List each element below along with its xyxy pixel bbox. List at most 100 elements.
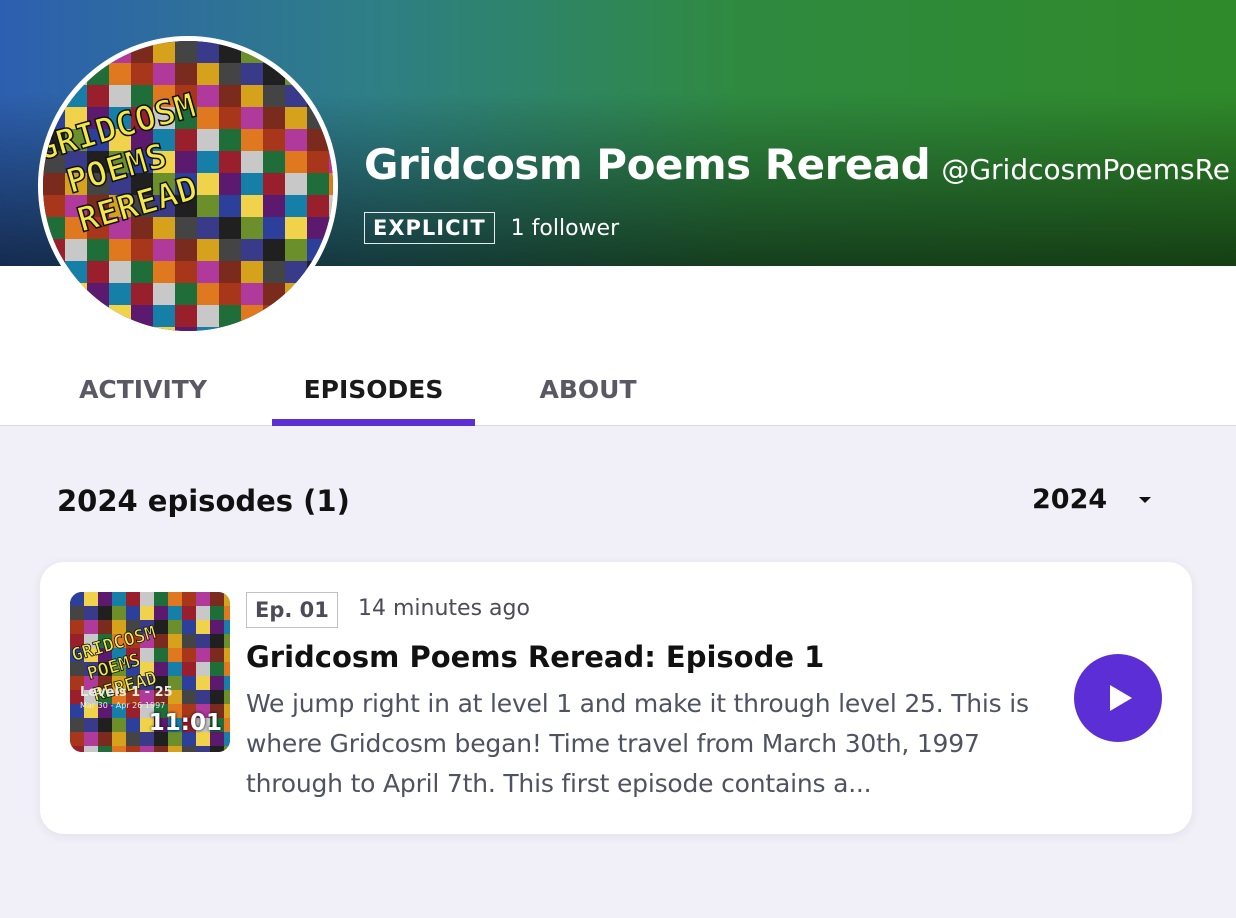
show-title: Gridcosm Poems Reread — [364, 140, 931, 189]
show-meta: EXPLICIT 1 follower — [364, 212, 619, 244]
year-dropdown[interactable]: 2024 — [1032, 484, 1152, 515]
collage-tile — [168, 620, 182, 634]
collage-tile — [126, 606, 140, 620]
collage-tile — [131, 261, 153, 283]
collage-tile — [153, 63, 175, 85]
episode-thumbnail[interactable]: GRIDCOSM POEMS REREAD Levels 1 - 25 Mar … — [70, 592, 230, 752]
collage-tile — [224, 648, 230, 662]
collage-tile — [153, 261, 175, 283]
profile-tabs: ACTIVITY EPISODES ABOUT — [0, 356, 700, 426]
collage-tile — [307, 151, 329, 173]
tab-about[interactable]: ABOUT — [538, 356, 638, 426]
collage-tile — [87, 85, 109, 107]
collage-tile — [197, 327, 219, 331]
collage-tile — [210, 606, 224, 620]
collage-tile — [168, 634, 182, 648]
collage-tile — [109, 63, 131, 85]
collage-tile — [126, 732, 140, 746]
collage-tile — [84, 718, 98, 732]
play-icon — [1110, 685, 1132, 711]
collage-tile — [182, 606, 196, 620]
collage-tile — [70, 732, 84, 746]
episode-time-ago: 14 minutes ago — [358, 596, 530, 621]
collage-tile — [182, 634, 196, 648]
collage-tile — [197, 239, 219, 261]
collage-tile — [210, 690, 224, 704]
podcast-avatar: GRIDCOSM POEMS REREAD — [38, 36, 338, 336]
collage-tile — [210, 676, 224, 690]
collage-tile — [84, 606, 98, 620]
collage-tile — [168, 746, 182, 752]
collage-tile — [131, 305, 153, 327]
collage-tile — [285, 217, 307, 239]
collage-tile — [263, 261, 285, 283]
collage-tile — [140, 648, 154, 662]
collage-tile — [43, 195, 65, 217]
collage-tile — [70, 592, 84, 606]
collage-tile — [224, 704, 230, 718]
collage-tile — [154, 620, 168, 634]
collage-tile — [285, 151, 307, 173]
episodes-heading: 2024 episodes (1) — [57, 484, 350, 518]
episode-title[interactable]: Gridcosm Poems Reread: Episode 1 — [246, 640, 824, 674]
collage-tile — [140, 746, 154, 752]
collage-tile — [182, 746, 196, 752]
collage-tile — [84, 746, 98, 752]
show-handle: @GridcosmPoemsRe — [941, 153, 1231, 186]
collage-tile — [285, 107, 307, 129]
collage-tile — [98, 718, 112, 732]
collage-tile — [70, 606, 84, 620]
collage-tile — [196, 606, 210, 620]
collage-tile — [263, 151, 285, 173]
collage-tile — [210, 634, 224, 648]
collage-tile — [197, 85, 219, 107]
collage-tile — [175, 239, 197, 261]
collage-tile — [154, 662, 168, 676]
collage-tile — [175, 261, 197, 283]
collage-tile — [182, 592, 196, 606]
collage-tile — [197, 151, 219, 173]
collage-tile — [219, 41, 241, 63]
collage-tile — [210, 648, 224, 662]
collage-tile — [285, 261, 307, 283]
episode-card[interactable]: GRIDCOSM POEMS REREAD Levels 1 - 25 Mar … — [40, 562, 1192, 834]
collage-tile — [241, 63, 263, 85]
collage-tile — [219, 129, 241, 151]
collage-tile — [112, 592, 126, 606]
collage-tile — [154, 746, 168, 752]
follower-count[interactable]: 1 follower — [511, 216, 619, 241]
show-title-row: Gridcosm Poems Reread @GridcosmPoemsRe — [364, 140, 1230, 189]
collage-tile — [84, 592, 98, 606]
collage-tile — [153, 239, 175, 261]
collage-tile — [197, 217, 219, 239]
collage-tile — [219, 173, 241, 195]
collage-tile — [307, 173, 329, 195]
collage-tile — [126, 592, 140, 606]
collage-tile — [153, 305, 175, 327]
collage-tile — [241, 107, 263, 129]
tab-activity[interactable]: ACTIVITY — [76, 356, 210, 426]
play-button[interactable] — [1074, 654, 1162, 742]
collage-tile — [263, 195, 285, 217]
collage-tile — [224, 676, 230, 690]
collage-tile — [112, 718, 126, 732]
collage-tile — [168, 606, 182, 620]
collage-tile — [65, 239, 87, 261]
collage-tile — [153, 217, 175, 239]
tab-episodes[interactable]: EPISODES — [272, 356, 475, 426]
collage-tile — [224, 718, 230, 732]
collage-tile — [175, 41, 197, 63]
collage-tile — [219, 63, 241, 85]
collage-tile — [126, 746, 140, 752]
collage-tile — [182, 620, 196, 634]
collage-tile — [175, 63, 197, 85]
collage-tile — [224, 620, 230, 634]
collage-tile — [263, 173, 285, 195]
collage-tile — [43, 217, 65, 239]
explicit-badge: EXPLICIT — [364, 212, 495, 244]
collage-tile — [263, 283, 285, 305]
collage-tile — [70, 746, 84, 752]
collage-tile — [175, 283, 197, 305]
collage-tile — [131, 63, 153, 85]
collage-tile — [263, 85, 285, 107]
